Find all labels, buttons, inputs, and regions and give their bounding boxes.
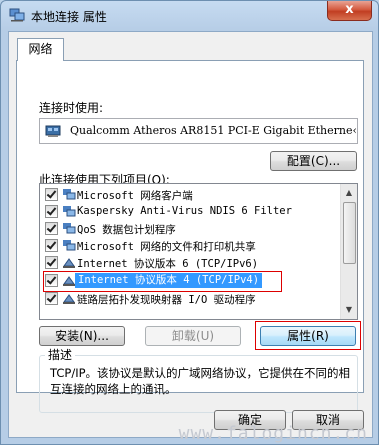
checkbox[interactable] [45, 239, 58, 252]
scroll-up-icon[interactable]: ▲ [343, 186, 355, 200]
network-tab-panel: 连接时使用: Qualcomm Atheros AR8151 PCI-E Gig… [16, 60, 364, 413]
network-adapter-icon [45, 125, 61, 137]
checkbox[interactable] [45, 292, 58, 305]
list-item-label: Internet 协议版本 6 (TCP/IPv6) [77, 258, 259, 270]
uninstall-button[interactable]: 卸载(U) [145, 326, 241, 346]
checkbox[interactable] [45, 222, 58, 235]
properties-window: 本地连接 属性 x 网络 连接时使用: Qualcomm Atheros AR8… [0, 0, 379, 445]
checkbox[interactable] [45, 188, 58, 201]
checkbox[interactable] [45, 205, 58, 218]
network-client-icon [63, 189, 76, 200]
list-item-kaspersky[interactable]: Kaspersky Anti-Virus NDIS 6 Filter [40, 203, 340, 220]
protocol-icon [63, 294, 75, 304]
list-item-file-sharing[interactable]: Microsoft 网络的文件和打印机共享 [40, 237, 340, 254]
scroll-thumb[interactable] [343, 202, 356, 264]
network-filter-icon [63, 206, 76, 217]
protocol-icon [63, 258, 75, 268]
install-button[interactable]: 安装(N)... [39, 326, 125, 346]
list-item-lltd[interactable]: 链路层拓扑发现映射器 I/O 驱动程序 [40, 290, 340, 307]
list-item-label: Microsoft 网络的文件和打印机共享 [77, 241, 256, 253]
list-item-label: 链路层拓扑发现映射器 I/O 驱动程序 [77, 294, 256, 306]
connect-using-label: 连接时使用: [39, 101, 104, 115]
components-list[interactable]: Microsoft 网络客户端 Kaspersky Anti-Virus NDI… [39, 183, 358, 320]
watermark: www.falogincn.cn [178, 423, 368, 444]
file-printer-sharing-icon [63, 240, 76, 251]
list-item-label: Kaspersky Anti-Virus NDIS 6 Filter [77, 205, 292, 217]
description-text: TCP/IP。该协议是默认的广域网络协议，它提供在不同的相互连接的网络上的通讯。 [50, 366, 351, 396]
scroll-down-icon[interactable]: ▼ [343, 303, 355, 317]
highlight-ipv4 [43, 271, 282, 292]
close-button[interactable]: x [327, 1, 372, 21]
list-item-label: Microsoft 网络客户端 [77, 190, 193, 202]
highlight-properties [255, 321, 361, 350]
description-legend: 描述 [45, 346, 76, 363]
title-bar[interactable]: 本地连接 属性 x [1, 1, 378, 31]
qos-icon [63, 223, 76, 234]
list-item-ipv6[interactable]: Internet 协议版本 6 (TCP/IPv6) [40, 254, 340, 271]
tab-network[interactable]: 网络 [17, 38, 64, 61]
checkbox[interactable] [45, 256, 58, 269]
list-item-ms-client[interactable]: Microsoft 网络客户端 [40, 186, 340, 203]
list-item-label: QoS 数据包计划程序 [77, 224, 176, 236]
configure-button[interactable]: 配置(C)... [270, 151, 357, 171]
adapter-name: Qualcomm Atheros AR8151 PCI-E Gigabit Et… [70, 124, 357, 137]
list-item-qos[interactable]: QoS 数据包计划程序 [40, 220, 340, 237]
vertical-scrollbar[interactable]: ▲ ▼ [340, 184, 357, 319]
window-title: 本地连接 属性 [31, 10, 107, 24]
dialog-body: 网络 连接时使用: Qualcomm Atheros AR8151 PCI-E … [8, 31, 373, 438]
network-connection-icon [9, 8, 25, 22]
adapter-name-field[interactable]: Qualcomm Atheros AR8151 PCI-E Gigabit Et… [39, 118, 358, 144]
